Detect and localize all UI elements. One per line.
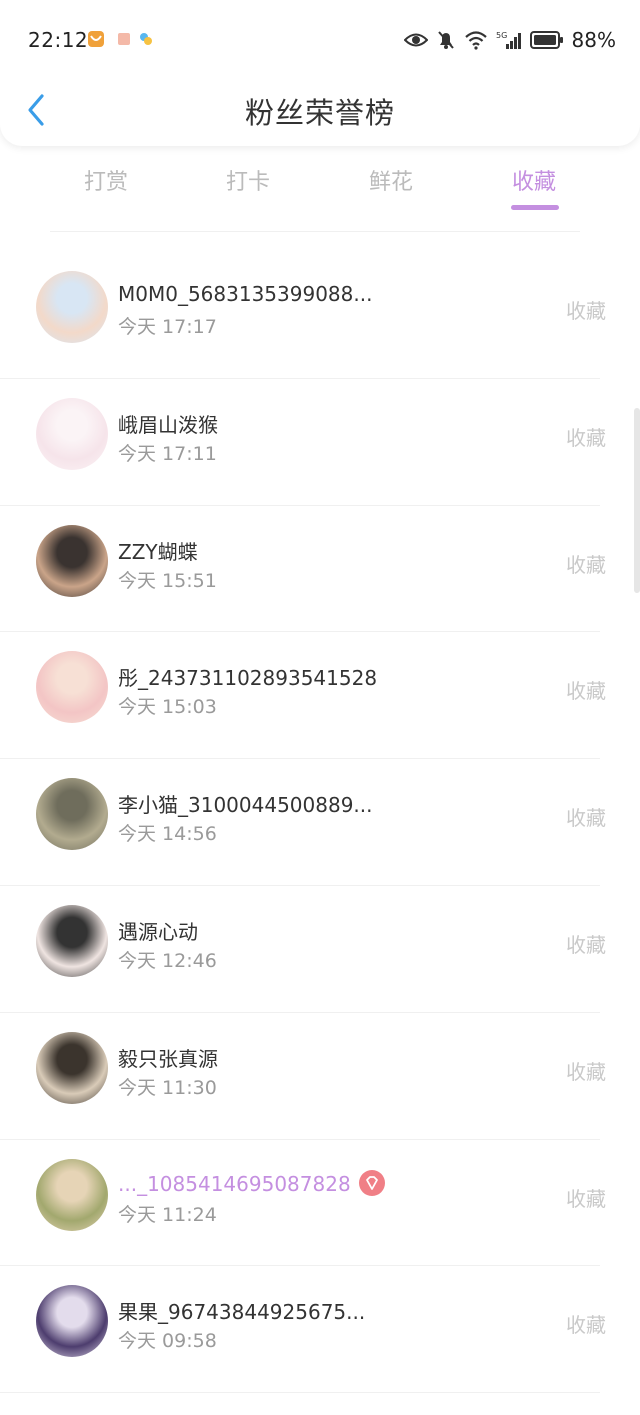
favorite-action-label: 收藏 bbox=[566, 299, 606, 323]
tab-bar: 打赏 打卡 鲜花 收藏 bbox=[0, 160, 640, 220]
list-item[interactable]: 彤_243731102893541528 今天 15:03 收藏 bbox=[0, 632, 640, 760]
user-name-text: 彤_243731102893541528 bbox=[118, 666, 378, 691]
user-name[interactable]: 果果_96743844925675... bbox=[118, 1296, 365, 1325]
page-title: 粉丝荣誉榜 bbox=[244, 96, 395, 130]
tab-checkin[interactable]: 打卡 bbox=[208, 164, 288, 196]
favorite-action-label: 收藏 bbox=[566, 425, 606, 450]
list-item[interactable]: ..._1085414695087828 今天 11:24 收藏 bbox=[0, 1140, 640, 1267]
status-right: 5G 88% bbox=[403, 28, 616, 52]
favorite-action-label: 收藏 bbox=[566, 1059, 606, 1084]
active-tab-indicator bbox=[511, 205, 559, 210]
status-bar: 22:12 5G 88% bbox=[0, 0, 640, 80]
avatar[interactable] bbox=[36, 524, 108, 597]
row-divider bbox=[0, 1392, 600, 1394]
favorite-time: 今天 15:03 bbox=[118, 696, 217, 719]
battery-percent: 88% bbox=[571, 28, 616, 52]
avatar[interactable] bbox=[36, 1158, 108, 1231]
cellular-signal-icon: 5G bbox=[496, 30, 522, 50]
fan-list: M0M0_5683135399088... 今天 17:17 收藏 峨眉山泼猴 今天 1… bbox=[0, 252, 640, 1394]
top-card: 22:12 5G 88% 粉丝荣誉榜 bbox=[0, 0, 640, 146]
list-item[interactable]: M0M0_5683135399088... 今天 17:17 收藏 bbox=[0, 252, 640, 379]
user-name-text: 峨眉山泼猴 bbox=[118, 412, 218, 437]
status-time: 22:12 bbox=[28, 28, 89, 52]
mute-bell-icon bbox=[436, 30, 456, 50]
svg-text:5G: 5G bbox=[496, 31, 507, 40]
user-name-text: ..._1085414695087828 bbox=[118, 1171, 351, 1196]
avatar[interactable] bbox=[36, 651, 108, 724]
avatar[interactable] bbox=[36, 904, 108, 977]
list-item[interactable]: 毅只张真源今天 11:30 收藏 bbox=[0, 1013, 640, 1140]
list-item[interactable]: 峨眉山泼猴今天 17:11 收藏 bbox=[0, 379, 640, 506]
list-item[interactable]: 果果_96743844925675... 今天 09:58 收藏 bbox=[0, 1266, 640, 1394]
user-name-text: 果果_96743844925675... bbox=[118, 1300, 366, 1325]
favorite-action-label: 收藏 bbox=[566, 932, 606, 957]
favorite-action-label: 收藏 bbox=[566, 1313, 606, 1338]
header: 粉丝荣誉榜 bbox=[0, 80, 640, 140]
favorite-action-label: 收藏 bbox=[566, 552, 606, 577]
favorite-time: 今天 17:11 bbox=[118, 442, 217, 465]
avatar[interactable] bbox=[36, 271, 108, 343]
user-name[interactable]: 遇源心动 bbox=[118, 916, 198, 945]
favorite-action-label: 收藏 bbox=[566, 679, 606, 704]
favorite-time: 今天 11:24 bbox=[118, 1203, 217, 1226]
avatar[interactable] bbox=[36, 397, 108, 470]
favorite-action-label: 收藏 bbox=[566, 806, 606, 831]
tab-reward[interactable]: 打赏 bbox=[66, 164, 146, 196]
favorite-time: 今天 15:51 bbox=[118, 569, 217, 592]
wifi-icon bbox=[464, 30, 488, 50]
user-name-text: 遇源心动 bbox=[118, 919, 198, 944]
user-name-text: 毅只张真源 bbox=[118, 1046, 218, 1071]
list-item[interactable]: 遇源心动今天 12:46 收藏 bbox=[0, 886, 640, 1013]
favorite-time: 今天 14:56 bbox=[118, 823, 217, 846]
avatar[interactable] bbox=[36, 1285, 108, 1358]
battery-icon bbox=[529, 31, 564, 49]
user-name[interactable]: 峨眉山泼猴 bbox=[118, 409, 218, 438]
scrollbar[interactable] bbox=[634, 408, 640, 593]
notification-app-icon-2 bbox=[118, 33, 130, 45]
tab-favorites[interactable]: 收藏 bbox=[494, 164, 574, 196]
avatar[interactable] bbox=[36, 1031, 108, 1104]
notification-app-icon bbox=[88, 31, 104, 47]
favorite-time: 今天 12:46 bbox=[118, 949, 217, 972]
status-app-icons bbox=[88, 31, 154, 47]
tab-flowers[interactable]: 鲜花 bbox=[351, 164, 431, 196]
notification-app-icon-3 bbox=[138, 31, 154, 47]
list-item[interactable]: ZZY蝴蝶今天 15:51 收藏 bbox=[0, 506, 640, 633]
user-name-text: ZZY蝴蝶 bbox=[118, 539, 198, 564]
user-name[interactable]: 彤_243731102893541528 bbox=[118, 662, 377, 691]
user-name-text: 李小猫_3100044500889... bbox=[118, 793, 373, 818]
user-name[interactable]: ZZY蝴蝶 bbox=[118, 536, 198, 565]
screen: 22:12 5G 88% 粉丝荣誉榜 打赏 打卡 鲜花 收藏 M0M0_5683… bbox=[0, 0, 640, 1415]
list-item[interactable]: 李小猫_3100044500889... 今天 14:56 收藏 bbox=[0, 759, 640, 886]
user-name[interactable]: ..._1085414695087828 bbox=[118, 1169, 385, 1196]
diamond-badge-icon bbox=[358, 1169, 385, 1196]
favorite-time: 今天 11:30 bbox=[118, 1076, 217, 1099]
eye-icon bbox=[403, 31, 428, 49]
avatar[interactable] bbox=[36, 778, 108, 851]
user-name[interactable]: 毅只张真源 bbox=[118, 1043, 218, 1072]
favorite-action-label: 收藏 bbox=[566, 1186, 606, 1211]
user-name[interactable]: 李小猫_3100044500889... bbox=[118, 789, 373, 818]
favorite-time: 今天 09:58 bbox=[118, 1330, 217, 1353]
user-name-text: M0M0_5683135399088... bbox=[118, 282, 373, 306]
user-name[interactable]: M0M0_5683135399088... bbox=[118, 282, 372, 306]
favorite-time: 今天 17:17 bbox=[118, 316, 217, 338]
divider bbox=[50, 231, 580, 232]
